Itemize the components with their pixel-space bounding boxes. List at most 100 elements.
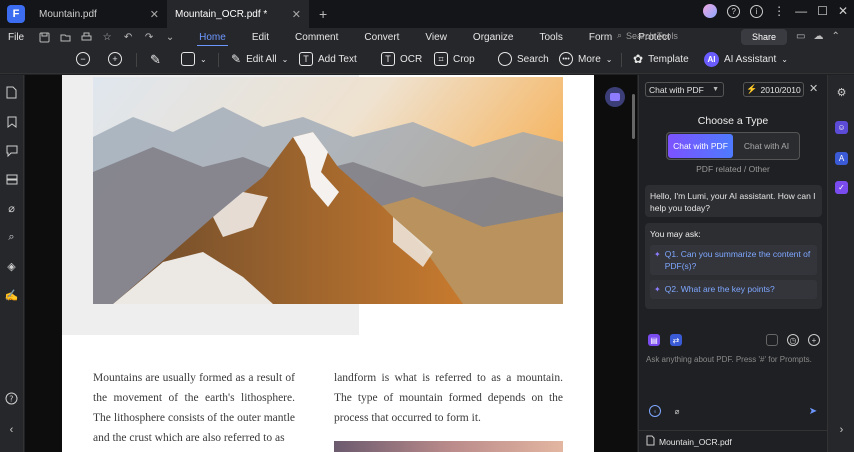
help-icon[interactable]: ?: [5, 392, 18, 405]
assistant-greeting: Hello, I'm Lumi, your AI assistant. How …: [645, 185, 822, 217]
bookmark-icon[interactable]: [5, 115, 18, 128]
chat-history-icon[interactable]: ▤: [648, 334, 660, 346]
signature-icon[interactable]: ✍: [5, 289, 19, 302]
lightbulb-icon[interactable]: ◦: [649, 405, 661, 417]
history-clock-icon[interactable]: ◷: [787, 334, 799, 346]
menu-comment[interactable]: Comment: [295, 32, 338, 43]
zoom-out-icon: −: [76, 52, 90, 66]
more-button[interactable]: ••• More ⌄: [559, 52, 613, 66]
ask-input[interactable]: Ask anything about PDF. Press '#' for Pr…: [646, 355, 822, 364]
search-button[interactable]: Search: [498, 52, 549, 66]
share-button[interactable]: Share: [741, 29, 787, 45]
menu-bar: File ☆ ↶ ↷ ⌄ Home Edit Comment Convert V…: [0, 28, 854, 47]
send-icon[interactable]: ➤: [807, 405, 819, 417]
chevron-right-icon[interactable]: ›: [835, 423, 848, 436]
menu-form[interactable]: Form: [589, 32, 612, 43]
maximize-icon[interactable]: ☐: [817, 4, 828, 18]
crop-icon: ⌗: [434, 52, 448, 66]
pdf-related-caption: PDF related / Other: [696, 164, 770, 174]
search-label: Search: [517, 53, 549, 65]
suggested-question[interactable]: ✦ Q2. What are the key points?: [650, 280, 817, 299]
menu-file[interactable]: File: [8, 32, 24, 43]
shape-button[interactable]: ⌄: [181, 52, 207, 66]
second-photo: [334, 441, 563, 452]
toolbar-divider: [218, 53, 219, 67]
copy-icon[interactable]: [766, 334, 778, 346]
zoom-out-button[interactable]: −: [76, 52, 90, 66]
undo-icon[interactable]: ↶: [122, 31, 134, 43]
redo-icon[interactable]: ↷: [143, 31, 155, 43]
info-icon[interactable]: i: [750, 4, 764, 18]
chat-mode-select[interactable]: Chat with PDF ▼: [645, 82, 724, 97]
print-icon[interactable]: [80, 31, 92, 43]
properties-sliders-icon[interactable]: ⚙: [835, 86, 848, 99]
menu-organize[interactable]: Organize: [473, 32, 514, 43]
comment-icon[interactable]: [5, 144, 18, 157]
new-chat-icon[interactable]: +: [808, 334, 820, 346]
menu-edit[interactable]: Edit: [252, 32, 269, 43]
ocr-label: OCR: [400, 53, 423, 65]
chevron-down-icon: ⌄: [781, 55, 788, 64]
cloud-upload-icon[interactable]: ☁: [813, 31, 823, 42]
more-vertical-icon[interactable]: ⋮: [773, 4, 785, 18]
save-icon[interactable]: [38, 31, 50, 43]
close-icon[interactable]: ✕: [292, 8, 301, 21]
ai-assistant-panel: Chat with PDF ▼ ⚡ 2010/2010 ✕ Choose a T…: [638, 75, 827, 452]
attachment-icon[interactable]: ⌀: [5, 202, 18, 215]
expand-icon[interactable]: ⌃: [831, 31, 839, 42]
tab-mountain-ocr-pdf[interactable]: Mountain_OCR.pdf * ✕: [167, 0, 309, 28]
minimize-icon[interactable]: —: [795, 4, 807, 18]
layers-list-icon[interactable]: [5, 173, 18, 186]
page-thumbnails-icon[interactable]: [5, 86, 18, 99]
layers-icon[interactable]: ◈: [5, 260, 18, 273]
crop-button[interactable]: ⌗ Crop: [434, 52, 475, 66]
vertical-scrollbar[interactable]: [632, 94, 635, 139]
translate-rail-icon[interactable]: A: [835, 152, 848, 165]
edit-all-button[interactable]: ✎ Edit All ⌄: [231, 52, 288, 66]
suggested-question[interactable]: ✦ Q1. Can you summarize the content of P…: [650, 245, 817, 275]
translate-icon[interactable]: ⇄: [670, 334, 682, 346]
chevron-down-icon: ⌄: [281, 54, 289, 64]
search-tools[interactable]: ⌕ Search Tools: [617, 30, 678, 41]
open-folder-icon[interactable]: [59, 31, 71, 43]
zoom-in-button[interactable]: +: [108, 52, 122, 66]
chat-with-pdf-option[interactable]: Chat with PDF: [668, 134, 733, 158]
comment-panel-icon[interactable]: ▭: [796, 31, 805, 42]
attach-icon[interactable]: ⌀: [671, 405, 683, 417]
menu-convert[interactable]: Convert: [364, 32, 399, 43]
edit-icon: ✎: [231, 52, 242, 66]
ai-assistant-button[interactable]: AI AI Assistant ⌄: [704, 52, 788, 67]
attached-file-row[interactable]: Mountain_OCR.pdf: [639, 430, 827, 452]
add-tab-icon[interactable]: +: [319, 6, 327, 22]
close-icon[interactable]: ✕: [150, 8, 159, 21]
bolt-icon: ⚡: [746, 84, 758, 94]
ocr-icon: T: [381, 52, 395, 66]
question-text: Q1. Can you summarize the content of PDF…: [664, 249, 811, 271]
window-controls: ? i ⋮ — ☐ ✕: [703, 4, 848, 18]
add-text-button[interactable]: T Add Text: [299, 52, 357, 66]
highlight-button[interactable]: ✎: [150, 52, 161, 68]
template-button[interactable]: ✿ Template: [633, 52, 689, 66]
menu-view[interactable]: View: [425, 32, 447, 43]
avatar[interactable]: [703, 4, 718, 18]
zoom-in-icon: +: [108, 52, 122, 66]
tab-mountain-pdf[interactable]: Mountain.pdf ✕: [31, 0, 167, 28]
crop-label: Crop: [453, 53, 475, 65]
ai-assistant-rail-icon[interactable]: ☺: [835, 121, 848, 134]
chat-with-ai-option[interactable]: Chat with AI: [734, 133, 799, 159]
choose-type-title: Choose a Type: [697, 115, 769, 127]
star-icon[interactable]: ☆: [101, 31, 113, 43]
search-icon[interactable]: ⌕: [5, 231, 18, 244]
chat-action-icons: ▤ ⇄ ◷ +: [648, 334, 820, 348]
document-viewer[interactable]: Mountains are usually formed as a result…: [25, 75, 637, 452]
menu-tools[interactable]: Tools: [540, 32, 563, 43]
ai-chat-floating-button[interactable]: [605, 87, 625, 107]
menu-home[interactable]: Home: [197, 32, 228, 47]
dropdown-icon[interactable]: ⌄: [164, 31, 176, 43]
chevron-left-icon[interactable]: ‹: [5, 423, 18, 436]
ocr-button[interactable]: T OCR: [381, 52, 422, 66]
help-icon[interactable]: ?: [727, 4, 741, 18]
check-rail-icon[interactable]: ✓: [835, 181, 848, 194]
window-close-icon[interactable]: ✕: [838, 4, 848, 18]
close-icon[interactable]: ✕: [809, 82, 818, 95]
